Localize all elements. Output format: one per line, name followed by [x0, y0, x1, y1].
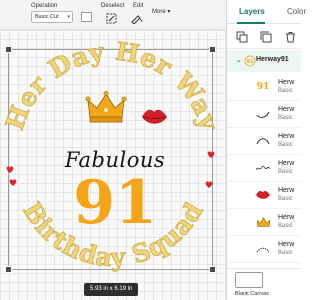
group-icon[interactable] — [236, 30, 248, 48]
birthday-number: 91 — [73, 168, 157, 238]
heart-icon-right-2 — [205, 181, 213, 188]
heart-icon-right-1 — [207, 151, 215, 158]
layer-row[interactable]: Herw Basic — [227, 236, 301, 263]
group-thumbnail-icon: 91 — [244, 55, 256, 67]
operation-label: Operation — [31, 3, 58, 9]
script-thumb-icon — [255, 160, 271, 176]
svg-text:91: 91 — [247, 59, 254, 65]
duplicate-icon[interactable] — [260, 30, 272, 48]
operation-value: Basic Cut — [35, 14, 59, 20]
number-91-thumb-icon: 91 — [256, 82, 270, 92]
layer-type: Basic — [278, 169, 293, 175]
blank-canvas-label: Blank Canvas — [235, 291, 269, 297]
top-toolbar: Operation Basic Cut ▾ Deselect Edit More… — [0, 0, 226, 30]
operation-select[interactable]: Basic Cut ▾ — [31, 11, 73, 23]
arc-thumb-icon — [255, 133, 271, 149]
chevron-down-icon: ▾ — [167, 9, 171, 15]
layer-row[interactable]: Herw Basic — [227, 101, 301, 128]
layer-name: Herw — [278, 187, 295, 194]
swoosh-thumb-icon — [255, 106, 271, 122]
layer-type: Basic — [278, 223, 293, 229]
layer-name: Herw — [278, 241, 295, 248]
deselect-label: Deselect — [101, 3, 125, 9]
chevron-down-icon[interactable]: ⌄ — [236, 56, 242, 64]
crown-thumb-icon — [255, 214, 271, 230]
tab-layers[interactable]: Layers — [239, 7, 265, 16]
chevron-down-icon: ▾ — [67, 14, 70, 20]
layer-type: Basic — [278, 196, 293, 202]
lips-icon — [142, 109, 167, 124]
layer-name: Herw — [278, 106, 295, 113]
layer-type: Basic — [278, 88, 293, 94]
dimensions-readout: 5.93 in x 6.19 in — [84, 283, 139, 296]
heart-icon-left-2 — [9, 179, 17, 186]
more-button[interactable]: More ▾ — [152, 8, 170, 15]
lips-thumb-icon — [255, 187, 271, 203]
crown-icon — [85, 91, 127, 123]
layer-name: Herw — [278, 214, 295, 221]
panel-tabs: Layers Color — [227, 0, 306, 24]
active-tab-indicator — [237, 22, 265, 24]
blank-canvas-swatch[interactable] — [235, 272, 263, 288]
layer-name: Herw — [278, 79, 295, 86]
layer-row[interactable]: 91 Herw Basic — [227, 74, 301, 101]
layer-type: Basic — [278, 142, 293, 148]
layer-type: Basic — [278, 250, 293, 256]
pen-edit-icon[interactable] — [130, 12, 144, 24]
layer-row[interactable]: Herw Basic — [227, 182, 301, 209]
text-thumb-icon — [255, 241, 271, 257]
heart-icon-left-1 — [6, 166, 14, 173]
delete-icon[interactable] — [285, 30, 296, 48]
edit-label: Edit — [133, 3, 144, 9]
layer-name: Herw — [278, 160, 295, 167]
layer-group-row[interactable]: ⌄ 91 Herway91 — [227, 50, 301, 72]
group-name: Herway91 — [256, 56, 289, 63]
layer-row[interactable]: Herw Basic — [227, 155, 301, 182]
layer-tools — [227, 25, 301, 49]
tab-color[interactable]: Color — [287, 7, 306, 16]
layer-row[interactable]: Herw Basic — [227, 128, 301, 155]
color-swatch[interactable] — [81, 12, 92, 22]
blank-canvas-row[interactable]: Blank Canvas — [227, 268, 301, 300]
layer-row[interactable]: Herw Basic — [227, 209, 301, 236]
deselect-icon[interactable] — [105, 12, 117, 24]
design-canvas[interactable]: Her Day Her Way Birthday Squad Fabulous … — [0, 30, 226, 300]
layer-name: Herw — [278, 133, 295, 140]
layer-type: Basic — [278, 115, 293, 121]
more-label: More — [152, 9, 166, 15]
layers-panel: Layers Color ⌄ 91 Herway91 91 Herw Basic… — [226, 0, 306, 300]
